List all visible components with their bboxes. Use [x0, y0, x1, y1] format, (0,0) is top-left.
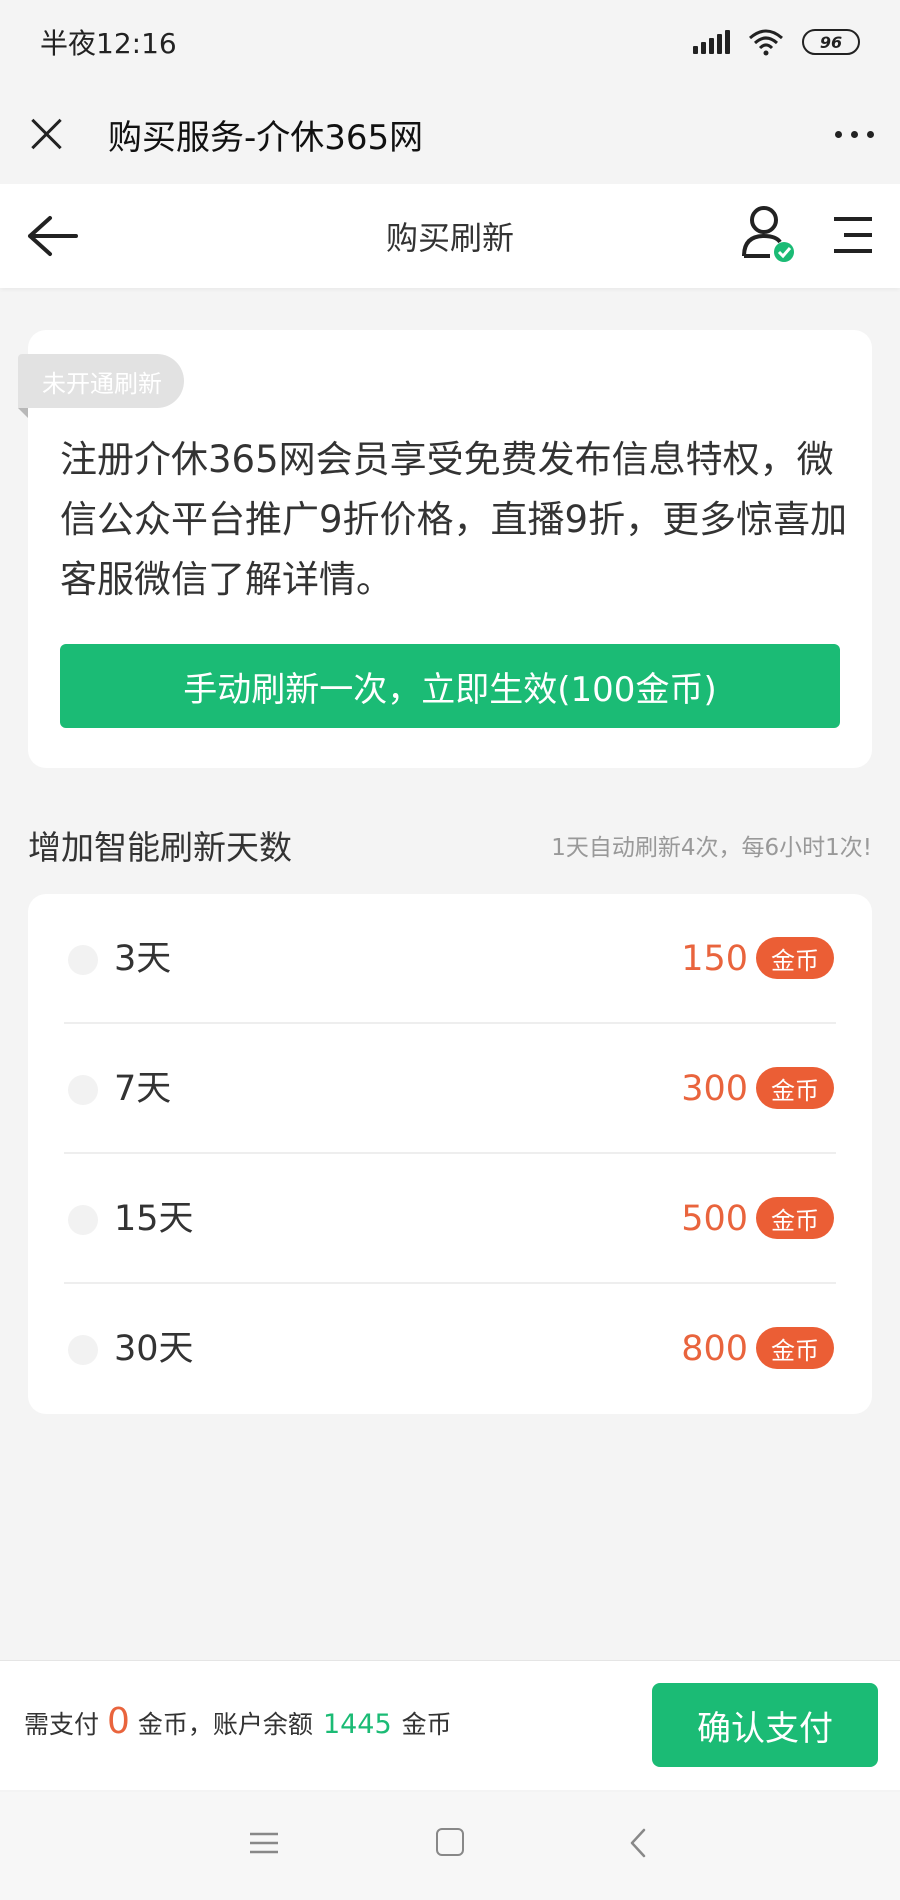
option-label: 15天 [114, 1199, 194, 1239]
account-balance: 1445 [322, 1709, 392, 1740]
manual-refresh-button[interactable]: 手动刷新一次，立即生效(100金币) [60, 644, 840, 728]
promo-text: 注册介休365网会员享受免费发布信息特权，微信公众平台推广9折价格，直播9折，更… [60, 438, 848, 601]
balance-label: 金币，账户余额 [137, 1710, 313, 1739]
wechat-title-bar: 购买服务-介休365网 [0, 84, 900, 184]
badge-fold [18, 408, 28, 418]
need-pay-label: 需支付 [24, 1710, 100, 1739]
status-badge: 未开通刷新 [18, 354, 184, 408]
option-30-days[interactable]: 30天 800 金币 [28, 1284, 872, 1414]
battery-icon: 96 [802, 29, 860, 55]
signal-icon [693, 30, 730, 54]
radio-button[interactable] [68, 945, 98, 975]
coin-tag: 金币 [756, 1067, 834, 1109]
back-arrow-icon[interactable] [26, 214, 78, 258]
option-price: 500 [681, 1199, 748, 1239]
status-bar: 半夜12:16 96 [0, 0, 900, 84]
system-back-icon[interactable] [628, 1828, 648, 1858]
option-label: 7天 [114, 1069, 172, 1109]
confirm-payment-button[interactable]: 确认支付 [652, 1683, 878, 1767]
status-time: 半夜12:16 [40, 27, 177, 60]
option-7-days[interactable]: 7天 300 金币 [28, 1024, 872, 1154]
navbar: 购买刷新 [0, 184, 900, 288]
option-price: 800 [681, 1329, 748, 1369]
menu-icon[interactable] [830, 214, 874, 256]
option-label: 3天 [114, 939, 172, 979]
option-15-days[interactable]: 15天 500 金币 [28, 1154, 872, 1284]
section-title: 增加智能刷新天数 [28, 828, 292, 867]
user-icon[interactable] [740, 204, 796, 266]
option-price: 300 [681, 1069, 748, 1109]
option-3-days[interactable]: 3天 150 金币 [28, 894, 872, 1024]
page-title: 购买服务-介休365网 [108, 117, 424, 158]
recent-apps-icon[interactable] [250, 1832, 278, 1854]
payment-summary: 需支付 0 金币，账户余额 1445 金币 [24, 1701, 452, 1742]
option-price: 150 [681, 939, 748, 979]
pay-amount: 0 [107, 1701, 130, 1742]
options-card: 3天 150 金币 7天 300 金币 15天 500 金币 30天 800 金… [28, 894, 872, 1414]
coin-tag: 金币 [756, 1197, 834, 1239]
smart-refresh-header: 增加智能刷新天数 1天自动刷新4次，每6小时1次! [0, 810, 900, 880]
more-options-icon[interactable] [835, 130, 874, 138]
system-nav-bar [0, 1792, 900, 1900]
balance-unit: 金币 [401, 1710, 452, 1739]
coin-tag: 金币 [756, 1327, 834, 1369]
option-label: 30天 [114, 1329, 194, 1369]
close-icon[interactable] [26, 114, 66, 154]
section-note: 1天自动刷新4次，每6小时1次! [551, 835, 872, 861]
radio-button[interactable] [68, 1205, 98, 1235]
radio-button[interactable] [68, 1075, 98, 1105]
home-icon[interactable] [436, 1828, 464, 1856]
battery-level: 96 [819, 32, 843, 52]
payment-bar: 需支付 0 金币，账户余额 1445 金币 确认支付 [0, 1660, 900, 1790]
nav-title: 购买刷新 [385, 219, 514, 257]
coin-tag: 金币 [756, 937, 834, 979]
radio-button[interactable] [68, 1335, 98, 1365]
promo-card: 未开通刷新 注册介休365网会员享受免费发布信息特权，微信公众平台推广9折价格，… [18, 330, 872, 768]
wifi-icon [749, 29, 783, 56]
status-icons: 96 [693, 28, 860, 56]
